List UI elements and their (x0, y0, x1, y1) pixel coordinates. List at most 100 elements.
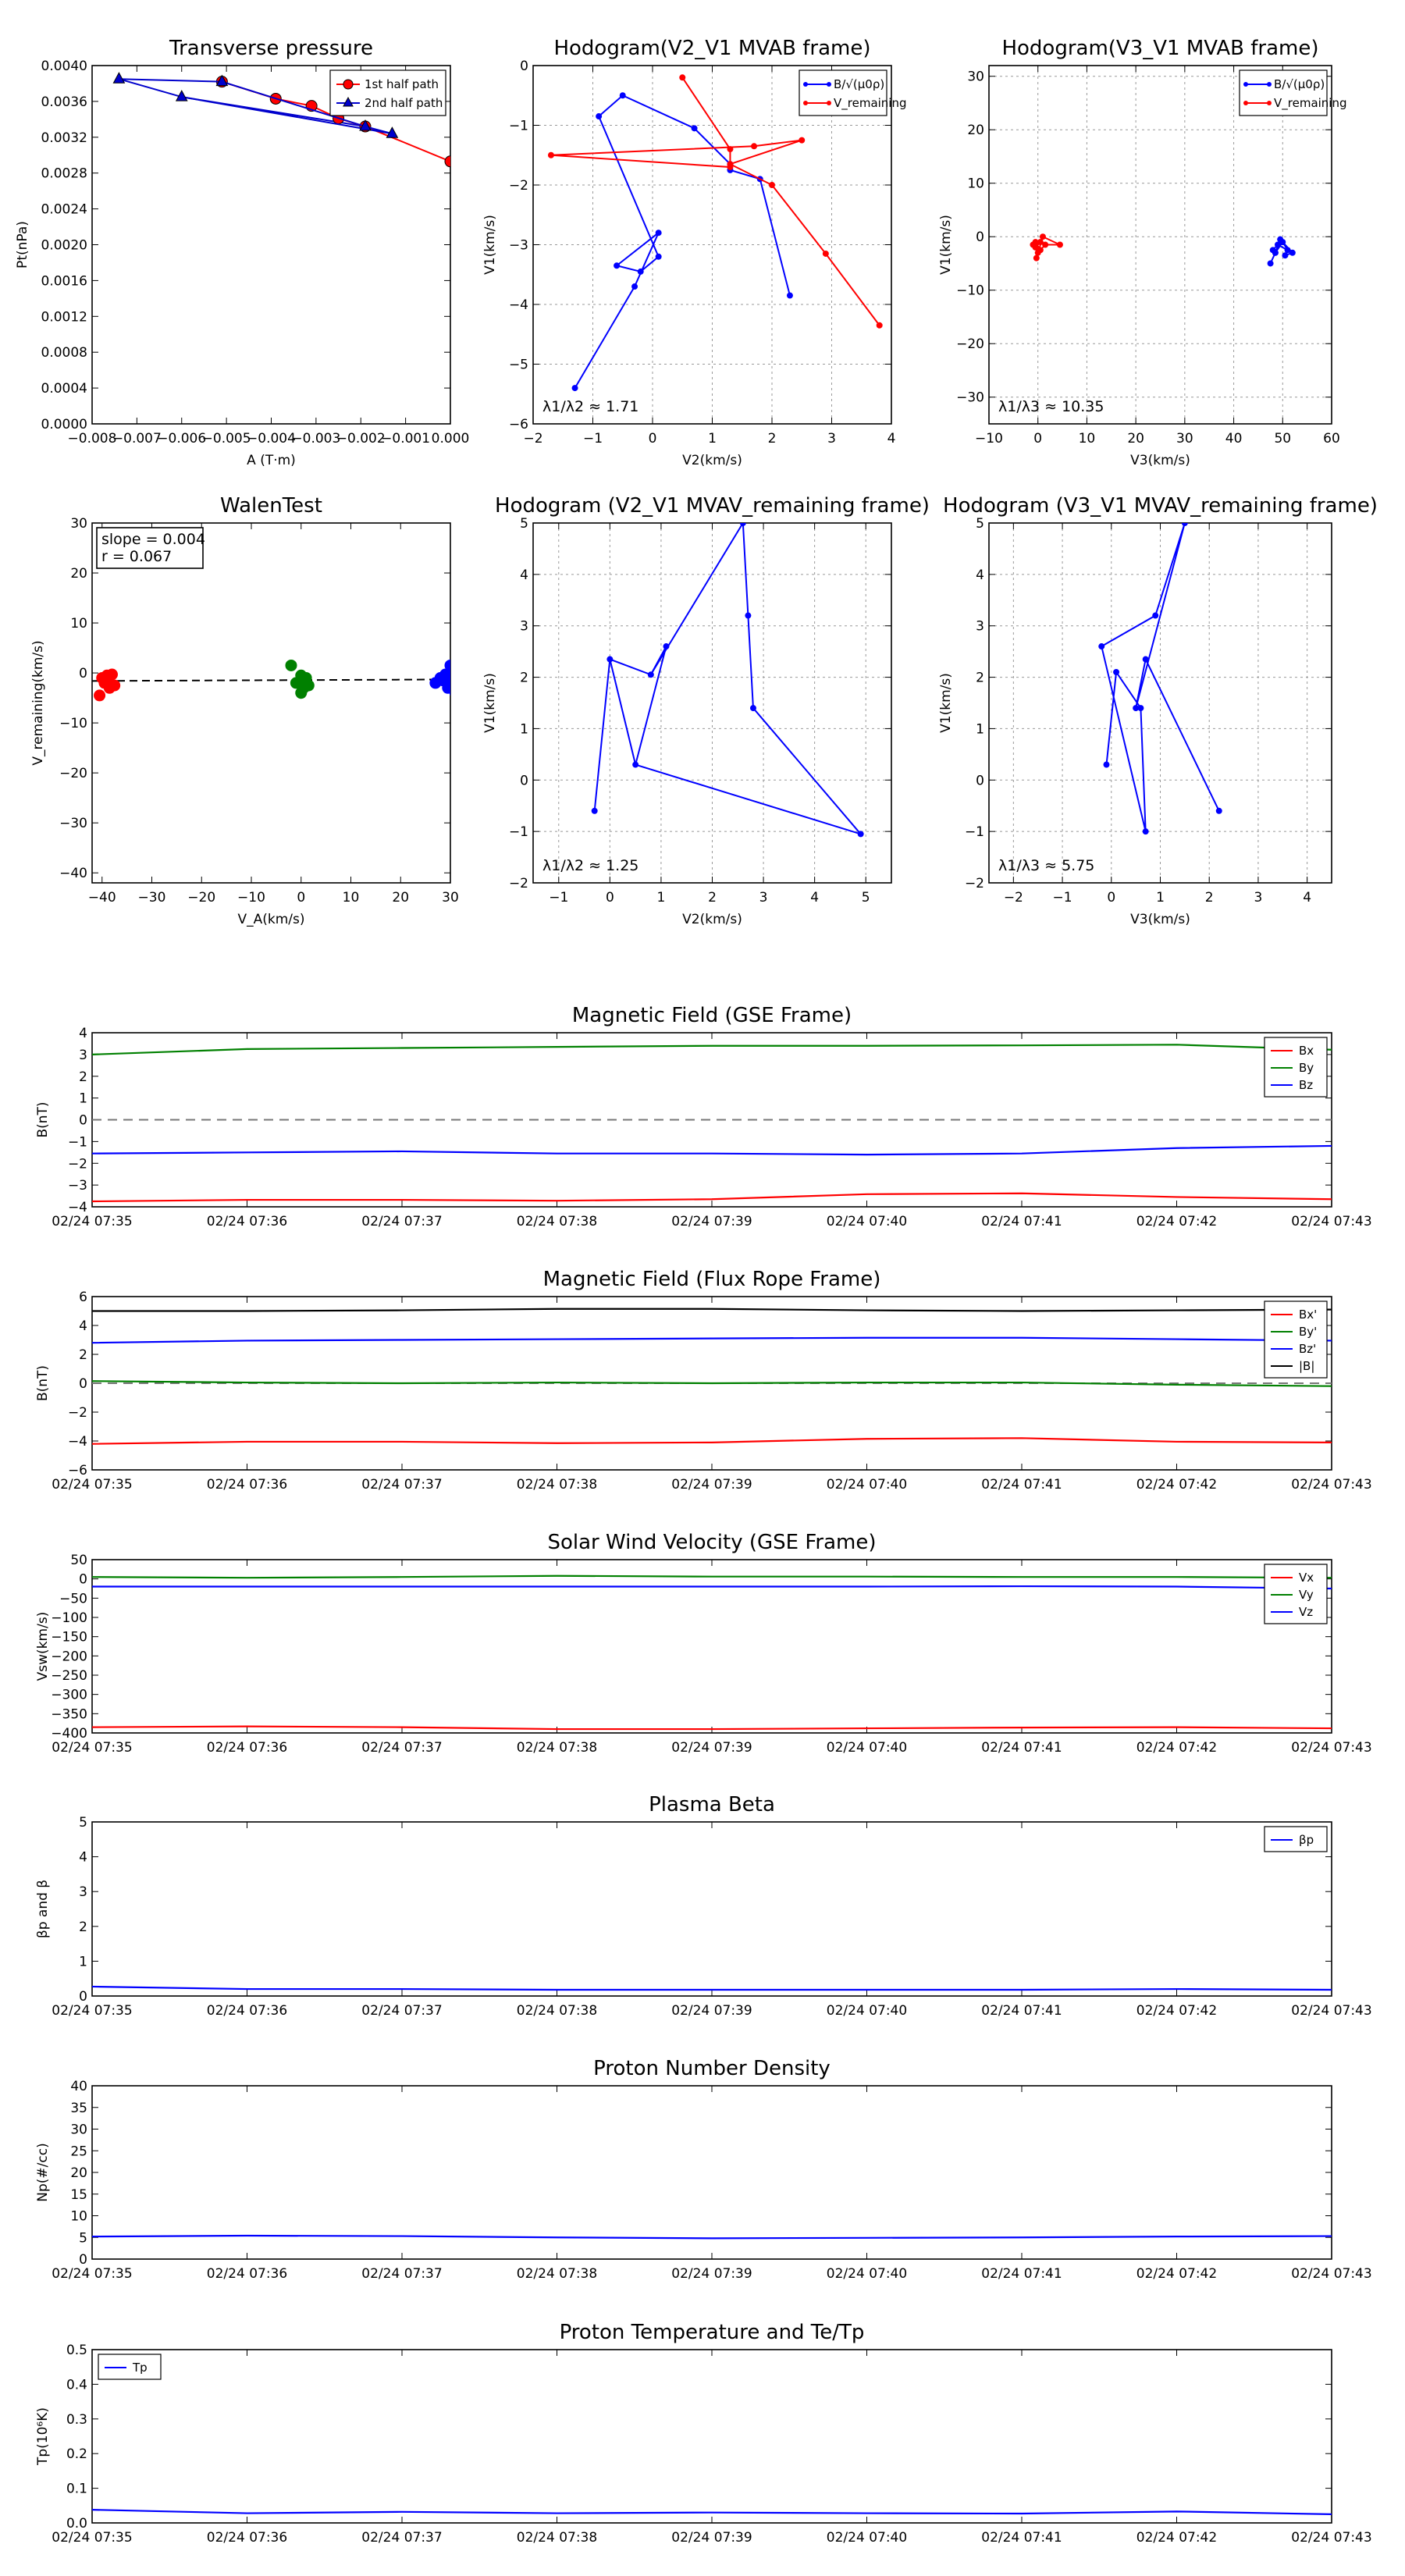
data-point (1152, 612, 1159, 619)
plot-area (591, 523, 864, 838)
chart-hodogram_mvab_v3v1: −10 0 10 20 30 40 50 60 −30 −20 −10 0 10 20 30 Hodogram… (938, 37, 1347, 468)
x-tick-label: 02/24 07:41 (981, 1740, 1062, 1756)
y-axis-label: Tp(10⁶K) (35, 2407, 51, 2466)
x-tick-label: 02/24 07:39 (671, 1214, 752, 1229)
data-point (293, 677, 305, 689)
chart-hodogram_mvab_v2v1: −2 −1 0 1 2 3 4 −6 −5 −4 −3 −2 −1 0 Hodogram(V2_V1 MVA… (482, 37, 907, 468)
x-tick-label: 02/24 07:39 (671, 2266, 752, 2282)
x-tick-label: 2 (708, 890, 717, 906)
y-tick-label: 35 (70, 2101, 87, 2116)
data-point (799, 137, 806, 144)
y-tick-label: −50 (59, 1591, 87, 1606)
x-tick-label: 02/24 07:38 (517, 1477, 597, 1493)
x-tick-label: −0.001 (381, 431, 430, 447)
y-tick-label: 0 (520, 773, 528, 788)
data-point (571, 385, 578, 392)
y-tick-label: 0 (79, 666, 87, 681)
x-tick-label: 3 (827, 431, 836, 447)
legend-label: Vy (1299, 1588, 1314, 1602)
y-tick-label: 5 (79, 1815, 87, 1831)
data-point (1142, 656, 1149, 663)
series-line (91, 2509, 1332, 2515)
x-tick-label: 0 (1033, 431, 1042, 447)
x-tick-label: 10 (1079, 431, 1096, 447)
y-tick-label: 1 (79, 1954, 87, 1969)
legend-marker (343, 79, 354, 90)
data-point (444, 155, 450, 168)
data-point (769, 182, 775, 188)
y-tick-label: −6 (68, 1463, 87, 1478)
y-tick-label: 0.0040 (41, 59, 87, 74)
series-line (92, 1585, 1332, 1590)
legend-label: By (1299, 1061, 1314, 1075)
legend-marker (1243, 82, 1248, 87)
x-tick-label: 10 (343, 890, 360, 906)
y-tick-label: 0.0016 (41, 273, 87, 289)
plot-area (547, 74, 883, 392)
x-tick-label: 02/24 07:41 (981, 1214, 1062, 1229)
x-tick-label: −20 (187, 890, 215, 906)
chart-title: Hodogram(V2_V1 MVAB frame) (553, 37, 870, 60)
x-tick-label: 02/24 07:40 (827, 2003, 907, 2019)
x-tick-label: 02/24 07:42 (1136, 2266, 1217, 2282)
y-tick-label: 3 (79, 1884, 87, 1900)
x-tick-label: 02/24 07:39 (671, 1477, 752, 1493)
data-point (444, 659, 450, 671)
y-tick-label: 2 (976, 671, 984, 686)
eigenvalue-ratio: λ1/λ3 ≈ 10.35 (998, 398, 1104, 415)
legend-label: 2nd half path (365, 96, 443, 110)
y-tick-label: 3 (79, 1048, 87, 1063)
legend-label: |B| (1299, 1359, 1314, 1373)
data-point (1181, 523, 1188, 526)
chart-title: WalenTest (220, 494, 322, 518)
y-tick-label: −30 (59, 816, 87, 831)
data-point (857, 831, 864, 838)
y-axis-label: V1(km/s) (938, 215, 954, 275)
plot-frame (91, 2085, 1332, 2260)
y-tick-label: −1 (965, 824, 984, 840)
stats-box: slope = 0.004r = 0.067 (96, 527, 205, 569)
x-tick-label: 02/24 07:37 (361, 1214, 442, 1229)
y-axis-label: Vsw(km/s) (35, 1612, 51, 1681)
y-tick-label: 4 (79, 1850, 87, 1866)
x-tick-label: 0.000 (432, 431, 470, 447)
x-tick-label: 02/24 07:38 (517, 1740, 597, 1756)
data-point (751, 143, 758, 150)
data-point (285, 659, 297, 671)
data-point (295, 687, 308, 699)
data-point (614, 262, 621, 269)
x-tick-label: 02/24 07:41 (981, 2266, 1062, 2282)
x-tick-label: 50 (1274, 431, 1291, 447)
x-tick-label: −1 (1053, 890, 1072, 906)
legend-label: Vx (1299, 1571, 1314, 1585)
y-tick-label: 5 (520, 516, 528, 532)
y-tick-label: 20 (70, 2165, 87, 2181)
chart-title: Magnetic Field (Flux Rope Frame) (543, 1268, 881, 1291)
plot-frame (532, 65, 892, 425)
x-tick-label: 02/24 07:39 (671, 1740, 752, 1756)
data-point (1113, 668, 1120, 675)
x-tick-label: 02/24 07:35 (52, 2530, 132, 2546)
x-tick-label: 02/24 07:43 (1291, 1214, 1371, 1229)
plot-area (1030, 233, 1296, 267)
y-tick-label: −10 (956, 283, 984, 299)
x-tick-label: 02/24 07:43 (1291, 2530, 1371, 2546)
y-tick-label: −40 (59, 866, 87, 881)
chart-title: Hodogram (V3_V1 MVAV_remaining frame) (943, 494, 1378, 518)
x-axis-label: A (T·m) (247, 453, 296, 468)
x-tick-label: 02/24 07:36 (207, 2003, 287, 2019)
legend-label: Vz (1299, 1605, 1313, 1619)
series-line (91, 1192, 1332, 1203)
chart-title: Hodogram(V3_V1 MVAB frame) (1001, 37, 1318, 60)
x-tick-label: 02/24 07:37 (361, 1740, 442, 1756)
y-tick-label: 3 (976, 619, 984, 635)
legend: Bx' By' Bz' |B| (1264, 1300, 1328, 1379)
y-tick-label: 0 (79, 1113, 87, 1129)
y-tick-label: 0 (976, 773, 984, 788)
x-tick-label: 3 (759, 890, 768, 906)
x-tick-label: 2 (768, 431, 777, 447)
x-tick-label: 60 (1323, 431, 1340, 447)
x-tick-label: 02/24 07:36 (207, 2266, 287, 2282)
y-tick-label: 2 (79, 1920, 87, 1935)
x-tick-label: 02/24 07:40 (827, 2266, 907, 2282)
